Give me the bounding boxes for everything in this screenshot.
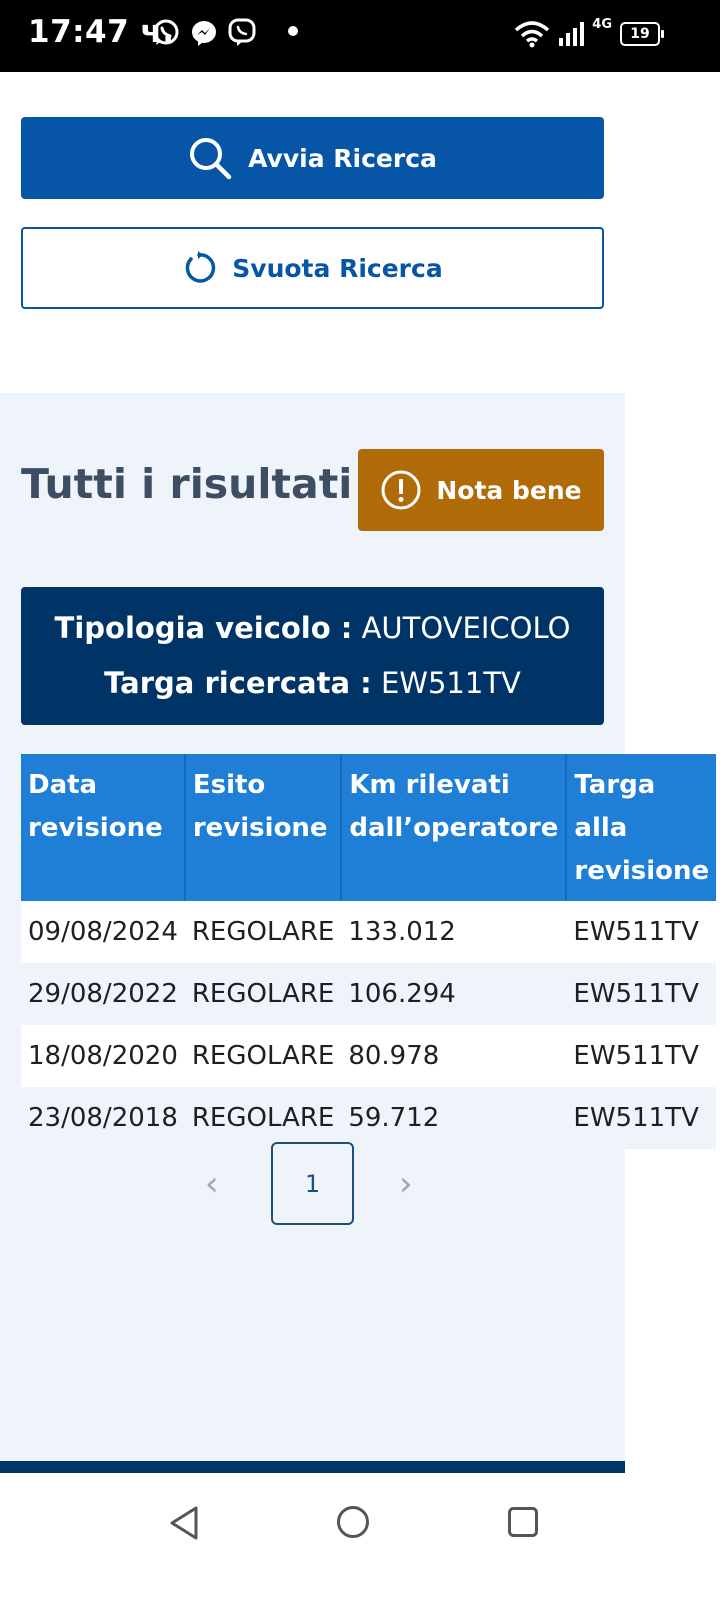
- vehicle-type-row: Tipologia veicolo : AUTOVEICOLO: [55, 601, 571, 656]
- note-button[interactable]: Nota bene: [358, 449, 604, 531]
- cell-plate: EW511TV: [566, 1087, 717, 1149]
- status-bar: 17:47 ч. 4G 19: [0, 0, 720, 72]
- cell-km: 59.712: [341, 1087, 567, 1149]
- cell-plate: EW511TV: [566, 1025, 717, 1087]
- viber-icon: [228, 18, 256, 46]
- pagination-next-button[interactable]: ›: [399, 1164, 413, 1204]
- wifi-icon: [515, 21, 550, 48]
- vehicle-type-value: AUTOVEICOLO: [361, 611, 571, 645]
- cell-km: 106.294: [341, 963, 567, 1025]
- system-status: 4G 19: [514, 16, 664, 48]
- search-icon: [190, 138, 232, 180]
- cell-outcome: REGOLARE: [184, 1025, 342, 1087]
- plate-label: Targa ricercata :: [104, 666, 372, 700]
- vehicle-info-box: Tipologia veicolo : AUTOVEICOLO Targa ri…: [21, 587, 604, 725]
- cell-date: 09/08/2024: [21, 901, 185, 963]
- cell-date: 18/08/2020: [21, 1025, 185, 1087]
- clear-search-label: Svuota Ricerca: [232, 253, 443, 283]
- cell-plate: EW511TV: [566, 901, 717, 963]
- column-header-plate: Targa alla revisione: [566, 754, 717, 901]
- cell-date: 29/08/2022: [21, 963, 185, 1025]
- note-label: Nota bene: [436, 475, 582, 505]
- more-notifications-dot: [288, 26, 298, 36]
- table-row: 09/08/2024 REGOLARE 133.012 EW511TV: [21, 901, 717, 963]
- home-icon[interactable]: [336, 1505, 370, 1539]
- column-header-outcome: Esito revisione: [184, 754, 343, 901]
- table-row: 29/08/2022 REGOLARE 106.294 EW511TV: [21, 963, 717, 1025]
- table-row: 18/08/2020 REGOLARE 80.978 EW511TV: [21, 1025, 717, 1087]
- results-title: Tutti i risultati: [21, 460, 353, 508]
- reset-icon: [186, 251, 216, 283]
- messenger-icon: [192, 21, 216, 46]
- cell-km: 133.012: [341, 901, 567, 963]
- battery-icon: 19: [620, 22, 664, 46]
- cell-outcome: REGOLARE: [184, 1087, 342, 1149]
- system-nav-bar: [0, 1474, 720, 1600]
- recents-icon[interactable]: [507, 1506, 539, 1538]
- footer-bar: [0, 1461, 625, 1473]
- cell-km: 80.978: [341, 1025, 567, 1087]
- column-header-date: Data revisione: [21, 754, 186, 901]
- back-icon[interactable]: [168, 1505, 200, 1541]
- start-search-button[interactable]: Avvia Ricerca: [21, 117, 604, 199]
- alert-icon: [381, 470, 421, 510]
- column-header-km: Km rilevati dall’operatore: [341, 754, 568, 901]
- cell-date: 23/08/2018: [21, 1087, 185, 1149]
- clear-search-button[interactable]: Svuota Ricerca: [21, 227, 604, 309]
- whatsapp-icon: [153, 19, 179, 45]
- vehicle-type-label: Tipologia veicolo :: [54, 611, 353, 645]
- table-header-row: Data revisione Esito revisione Km rilevati…: [21, 754, 717, 901]
- plate-row: Targa ricercata : EW511TV: [104, 656, 521, 711]
- signal-icon: [559, 22, 585, 46]
- revisions-table: Data revisione Esito revisione Km rilevati…: [21, 754, 717, 1149]
- notification-icons: [152, 18, 256, 48]
- start-search-label: Avvia Ricerca: [248, 143, 437, 173]
- plate-value: EW511TV: [380, 666, 521, 700]
- network-type: 4G: [592, 16, 612, 32]
- pagination-page-current[interactable]: 1: [271, 1142, 354, 1225]
- pagination-prev-button[interactable]: ‹: [205, 1164, 219, 1204]
- cell-plate: EW511TV: [566, 963, 717, 1025]
- cell-outcome: REGOLARE: [184, 901, 342, 963]
- table-row: 23/08/2018 REGOLARE 59.712 EW511TV: [21, 1087, 717, 1149]
- cell-outcome: REGOLARE: [184, 963, 342, 1025]
